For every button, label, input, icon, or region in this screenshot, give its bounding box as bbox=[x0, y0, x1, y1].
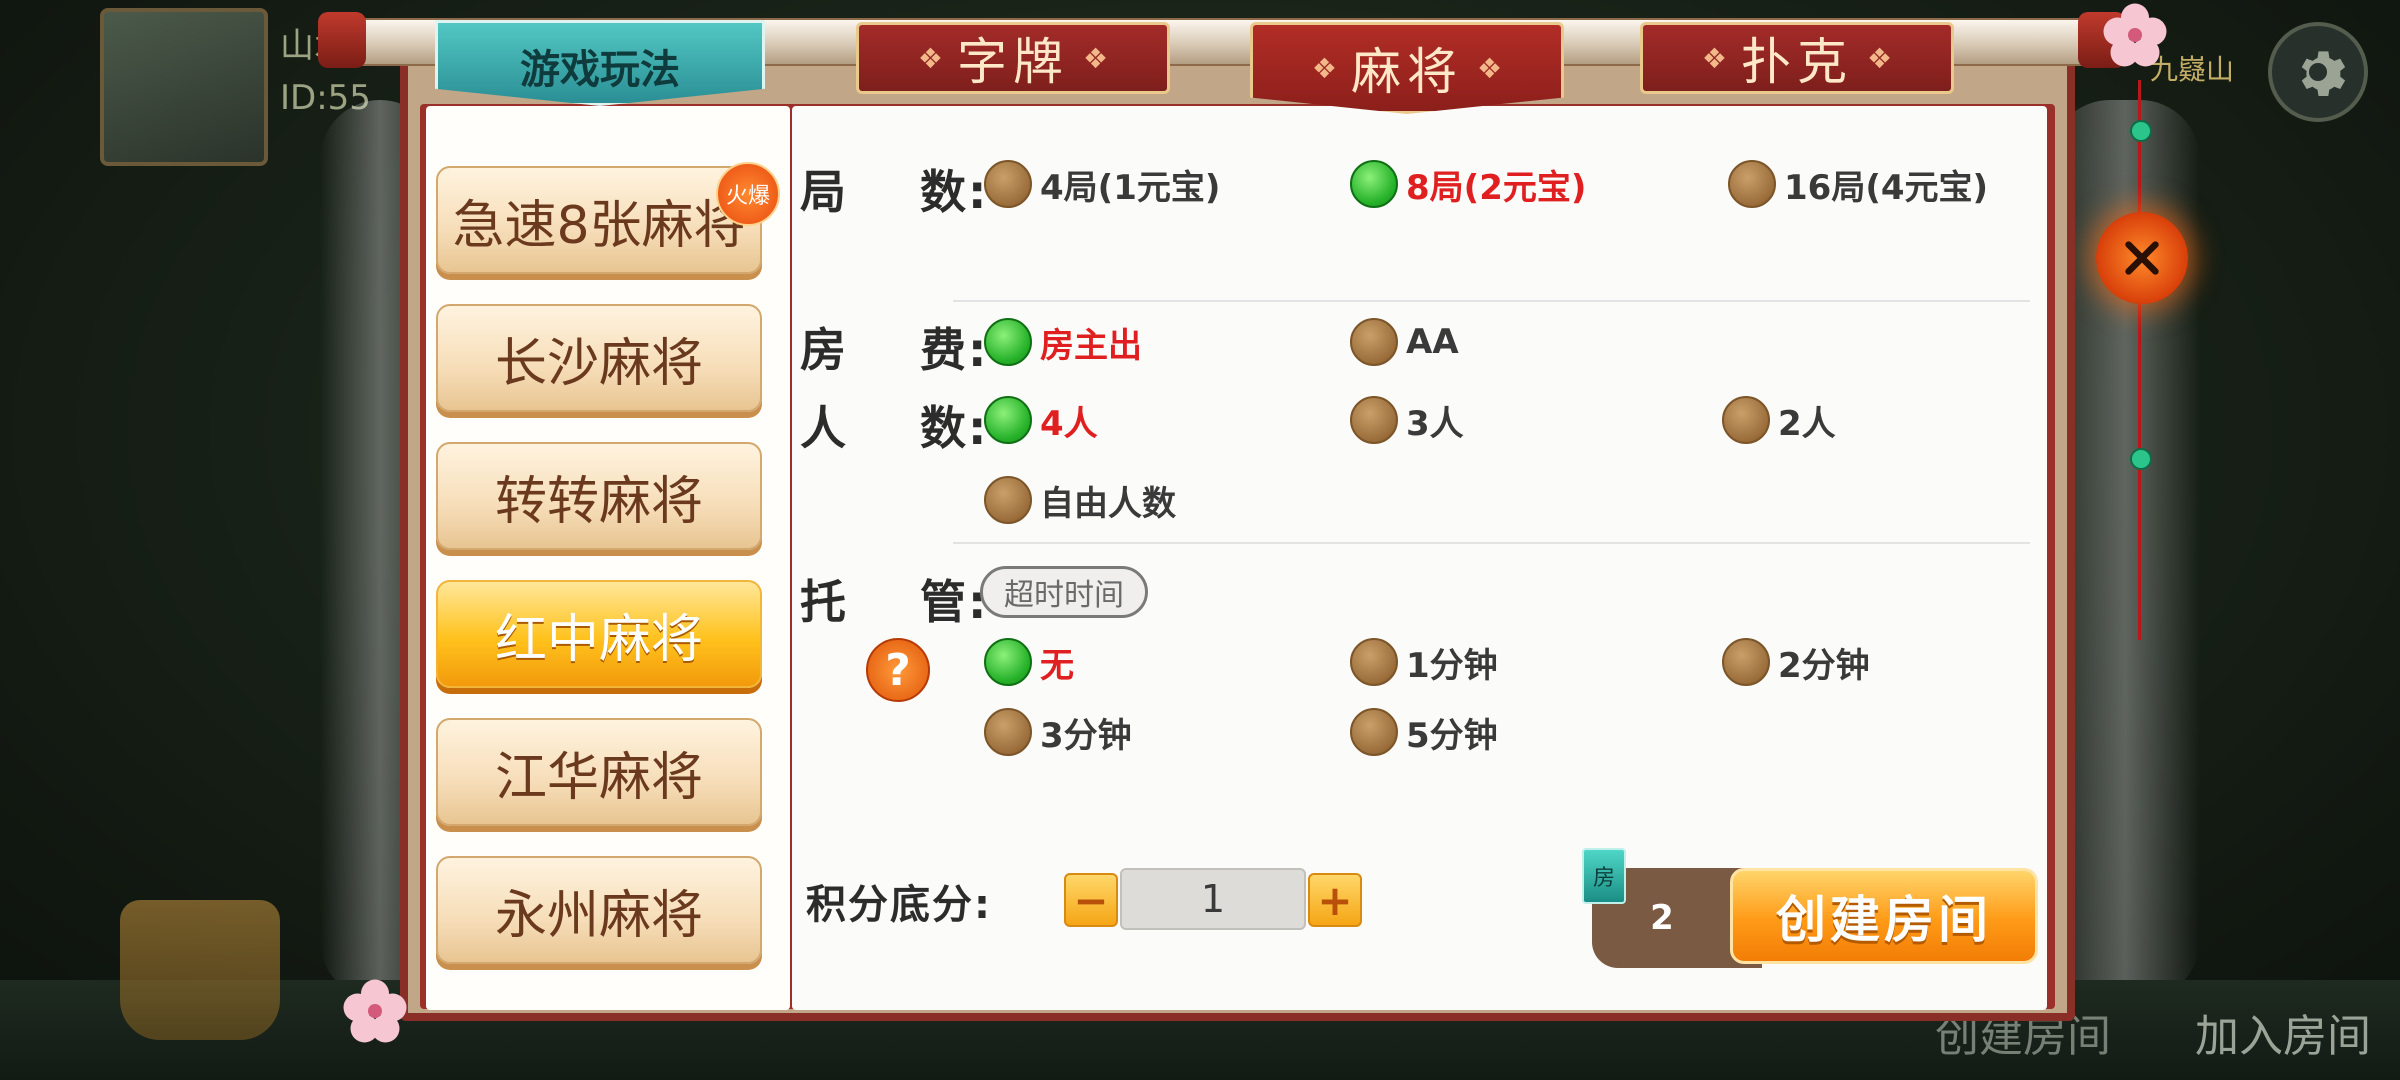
game-item[interactable]: 永州麻将 bbox=[436, 856, 762, 964]
option-rounds-4[interactable]: 4局(1元宝) bbox=[984, 158, 1220, 210]
game-label: 红中麻将 bbox=[494, 609, 703, 670]
room-card-icon: 房 bbox=[1582, 848, 1626, 904]
help-button[interactable]: ? bbox=[866, 638, 930, 702]
option-rounds-16[interactable]: 16局(4元宝) bbox=[1728, 158, 1988, 210]
ornament-icon: ❖ bbox=[1311, 51, 1337, 85]
option-label: 4人 bbox=[1040, 403, 1098, 444]
game-label: 急速8张麻将 bbox=[452, 195, 746, 256]
game-item[interactable]: 急速8张麻将 bbox=[436, 166, 762, 274]
radio-selected-icon bbox=[1350, 160, 1398, 208]
game-item[interactable]: 江华麻将 bbox=[436, 718, 762, 826]
radio-icon bbox=[984, 708, 1032, 756]
settings-gear-icon[interactable] bbox=[2268, 22, 2368, 122]
game-label: 江华麻将 bbox=[494, 747, 703, 808]
radio-icon bbox=[984, 476, 1032, 524]
radio-icon bbox=[1350, 638, 1398, 686]
ornament-icon: ❖ bbox=[1477, 51, 1503, 85]
option-auto-3min[interactable]: 3分钟 bbox=[984, 706, 1132, 758]
game-item[interactable]: 转转麻将 bbox=[436, 442, 762, 550]
panel-title: 游戏玩法 bbox=[435, 20, 765, 106]
cherry-blossom-icon bbox=[2103, 3, 2167, 67]
radio-icon bbox=[984, 160, 1032, 208]
option-label: 16局(4元宝) bbox=[1784, 167, 1989, 208]
option-players-free[interactable]: 自由人数 bbox=[984, 474, 1176, 526]
tab-puke[interactable]: ❖ 扑克 ❖ bbox=[1640, 22, 1954, 94]
option-auto-5min[interactable]: 5分钟 bbox=[1350, 706, 1498, 758]
option-label: 自由人数 bbox=[1040, 483, 1176, 524]
radio-selected-icon bbox=[984, 396, 1032, 444]
option-players-4[interactable]: 4人 bbox=[984, 394, 1098, 446]
player-avatar[interactable] bbox=[100, 8, 268, 166]
cherry-blossom-icon bbox=[343, 979, 407, 1043]
score-value: 1 bbox=[1120, 868, 1306, 930]
ornament-icon: ❖ bbox=[1083, 41, 1109, 75]
auto-label: 托 管: bbox=[800, 575, 989, 629]
game-item[interactable]: 长沙麻将 bbox=[436, 304, 762, 412]
option-label: 3分钟 bbox=[1040, 715, 1132, 756]
radio-icon bbox=[1350, 708, 1398, 756]
players-label: 人 数: bbox=[800, 401, 989, 455]
option-label: 8局(2元宝) bbox=[1406, 167, 1587, 208]
tab-label: 麻将 bbox=[1351, 43, 1463, 101]
option-label: 2人 bbox=[1778, 403, 1836, 444]
divider bbox=[953, 300, 2030, 302]
rounds-label: 局 数: bbox=[800, 165, 989, 219]
option-fee-host[interactable]: 房主出 bbox=[984, 316, 1142, 368]
option-auto-1min[interactable]: 1分钟 bbox=[1350, 636, 1498, 688]
option-label: 1分钟 bbox=[1406, 645, 1498, 686]
ornament-icon: ❖ bbox=[1701, 41, 1727, 75]
tab-label: 扑克 bbox=[1741, 33, 1853, 91]
option-label: AA bbox=[1406, 322, 1459, 362]
close-button[interactable] bbox=[2096, 212, 2188, 304]
decor-rope bbox=[2138, 80, 2141, 640]
tab-majiang[interactable]: ❖ 麻将 ❖ bbox=[1250, 22, 1564, 114]
radio-selected-icon bbox=[984, 638, 1032, 686]
game-item-selected[interactable]: 红中麻将 bbox=[436, 580, 762, 688]
game-label: 转转麻将 bbox=[494, 471, 703, 532]
cost-value: 2 bbox=[1650, 898, 1674, 938]
rod-cap-left bbox=[318, 12, 366, 68]
option-players-2[interactable]: 2人 bbox=[1722, 394, 1836, 446]
game-label: 长沙麻将 bbox=[494, 333, 703, 394]
option-label: 5分钟 bbox=[1406, 715, 1498, 756]
option-fee-aa[interactable]: AA bbox=[1350, 316, 1459, 368]
score-minus-button[interactable]: − bbox=[1064, 873, 1118, 927]
fee-label: 房 费: bbox=[800, 323, 989, 377]
option-auto-none[interactable]: 无 bbox=[984, 636, 1074, 688]
option-players-3[interactable]: 3人 bbox=[1350, 394, 1464, 446]
option-label: 4局(1元宝) bbox=[1040, 167, 1221, 208]
option-rounds-8[interactable]: 8局(2元宝) bbox=[1350, 158, 1586, 210]
option-auto-2min[interactable]: 2分钟 bbox=[1722, 636, 1870, 688]
option-label: 3人 bbox=[1406, 403, 1464, 444]
tab-label: 字牌 bbox=[957, 33, 1069, 91]
decor-bead bbox=[2130, 120, 2152, 142]
tab-zipai[interactable]: ❖ 字牌 ❖ bbox=[856, 22, 1170, 94]
radio-icon bbox=[1350, 396, 1398, 444]
divider bbox=[953, 542, 2030, 544]
create-room-button[interactable]: 创建房间 bbox=[1730, 868, 2038, 964]
radio-icon bbox=[1722, 396, 1770, 444]
radio-icon bbox=[1722, 638, 1770, 686]
bottom-join-room[interactable]: 加入房间 bbox=[2195, 1000, 2371, 1064]
radio-selected-icon bbox=[984, 318, 1032, 366]
ornament-icon: ❖ bbox=[1867, 41, 1893, 75]
hot-badge: 火爆 bbox=[716, 162, 780, 226]
close-icon bbox=[2125, 241, 2159, 275]
score-label: 积分底分: bbox=[806, 882, 992, 928]
shop-cart-icon[interactable] bbox=[120, 900, 280, 1040]
option-label: 2分钟 bbox=[1778, 645, 1870, 686]
radio-icon bbox=[1350, 318, 1398, 366]
ornament-icon: ❖ bbox=[917, 41, 943, 75]
game-label: 永州麻将 bbox=[494, 885, 703, 946]
option-label: 房主出 bbox=[1040, 325, 1142, 366]
score-plus-button[interactable]: + bbox=[1308, 873, 1362, 927]
radio-icon bbox=[1728, 160, 1776, 208]
option-label: 无 bbox=[1040, 645, 1074, 686]
timeout-pill: 超时时间 bbox=[980, 566, 1148, 618]
decor-bead bbox=[2130, 448, 2152, 470]
